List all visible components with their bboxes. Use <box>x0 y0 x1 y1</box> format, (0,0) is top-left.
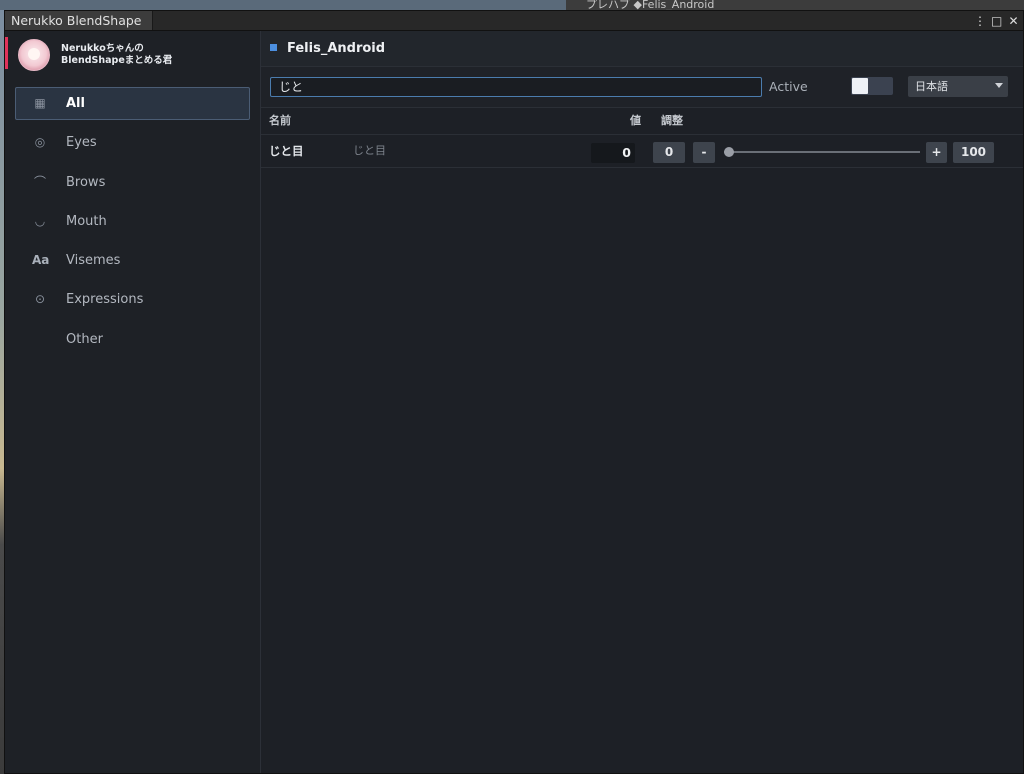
window-controls: ⋮ □ ✕ <box>974 11 1019 30</box>
square-marker-icon <box>270 44 277 51</box>
eye-icon: ◎ <box>34 135 46 150</box>
window-tab-bar: Nerukko BlendShape ⋮ □ ✕ <box>5 11 1023 31</box>
avatar <box>18 39 50 71</box>
value-field[interactable]: 0 <box>591 143 635 163</box>
value-slider[interactable] <box>724 143 920 161</box>
expression-icon: ⊙ <box>34 292 46 307</box>
sidebar-item-label: Mouth <box>66 213 107 229</box>
close-icon[interactable]: ✕ <box>1008 14 1019 28</box>
active-toggle[interactable] <box>851 77 893 95</box>
blendshape-window: Nerukko BlendShape ⋮ □ ✕ Nerukkoちゃんの Ble… <box>4 10 1024 774</box>
brand-accent-bar <box>5 37 8 69</box>
avatar-header: Felis_Android <box>261 31 1023 67</box>
search-input[interactable] <box>270 77 762 97</box>
sidebar-item-label: Visemes <box>66 253 121 269</box>
decrement-button[interactable]: - <box>693 142 715 163</box>
brand-title: Nerukkoちゃんの BlendShapeまとめる君 <box>61 43 172 67</box>
active-label: Active <box>769 79 808 94</box>
toggle-knob <box>852 78 868 94</box>
sidebar-item-label: Expressions <box>66 292 144 308</box>
kebab-menu-icon[interactable]: ⋮ <box>974 14 986 28</box>
maximize-icon[interactable]: □ <box>991 14 1002 28</box>
increment-button[interactable]: + <box>926 142 947 163</box>
blendshape-original-name: じと目 <box>353 144 386 157</box>
page-title: Felis_Android <box>287 41 386 56</box>
column-header-name: 名前 <box>269 114 291 127</box>
background-inspector-tab[interactable]: プレハブ ◆Felis_Android <box>566 0 1024 11</box>
sidebar-item-label: Brows <box>66 174 106 190</box>
sidebar-item-label: All <box>66 96 85 111</box>
sidebar-item-other[interactable]: Other <box>15 323 250 356</box>
slider-track <box>724 151 920 153</box>
sidebar-item-label: Other <box>66 331 103 347</box>
table-row: じと目 じと目 0 0 - + 100 <box>261 135 1023 168</box>
slider-thumb[interactable] <box>724 147 734 157</box>
language-select-value: 日本語 <box>915 80 948 93</box>
table-header: 名前 値 調整 <box>261 108 1023 135</box>
sidebar: Nerukkoちゃんの BlendShapeまとめる君 ▦ All ◎ Eyes… <box>5 31 261 773</box>
category-nav: ▦ All ◎ Eyes ⌒ Brows ◡ Mouth Aa Visemes … <box>15 87 250 362</box>
main-panel: Felis_Android Active 日本語 名前 値 調整 じと目 じと目… <box>261 31 1023 773</box>
set-max-button[interactable]: 100 <box>953 142 994 163</box>
blendshape-name: じと目 <box>269 144 304 158</box>
window-tab[interactable]: Nerukko BlendShape <box>5 11 153 30</box>
column-header-value: 値 <box>630 114 641 127</box>
text-aa-icon: Aa <box>32 253 50 268</box>
column-header-adjust: 調整 <box>661 114 683 127</box>
sidebar-item-brows[interactable]: ⌒ Brows <box>15 166 250 199</box>
brow-icon: ⌒ <box>33 174 46 189</box>
filter-toolbar: Active 日本語 <box>261 67 1023 108</box>
sidebar-item-visemes[interactable]: Aa Visemes <box>15 244 250 277</box>
sidebar-item-eyes[interactable]: ◎ Eyes <box>15 126 250 159</box>
brand-title-line1: Nerukkoちゃんの <box>61 43 144 54</box>
sidebar-item-all[interactable]: ▦ All <box>15 87 250 120</box>
caret-down-icon <box>995 83 1003 88</box>
grid-icon: ▦ <box>34 96 46 110</box>
sidebar-item-expressions[interactable]: ⊙ Expressions <box>15 283 250 316</box>
mouth-icon: ◡ <box>34 213 46 228</box>
language-select[interactable]: 日本語 <box>908 76 1008 97</box>
brand-title-line2: BlendShapeまとめる君 <box>61 55 173 66</box>
set-zero-button[interactable]: 0 <box>653 142 685 163</box>
sidebar-item-mouth[interactable]: ◡ Mouth <box>15 205 250 238</box>
sidebar-item-label: Eyes <box>66 135 97 151</box>
brand-header: Nerukkoちゃんの BlendShapeまとめる君 <box>5 31 260 73</box>
